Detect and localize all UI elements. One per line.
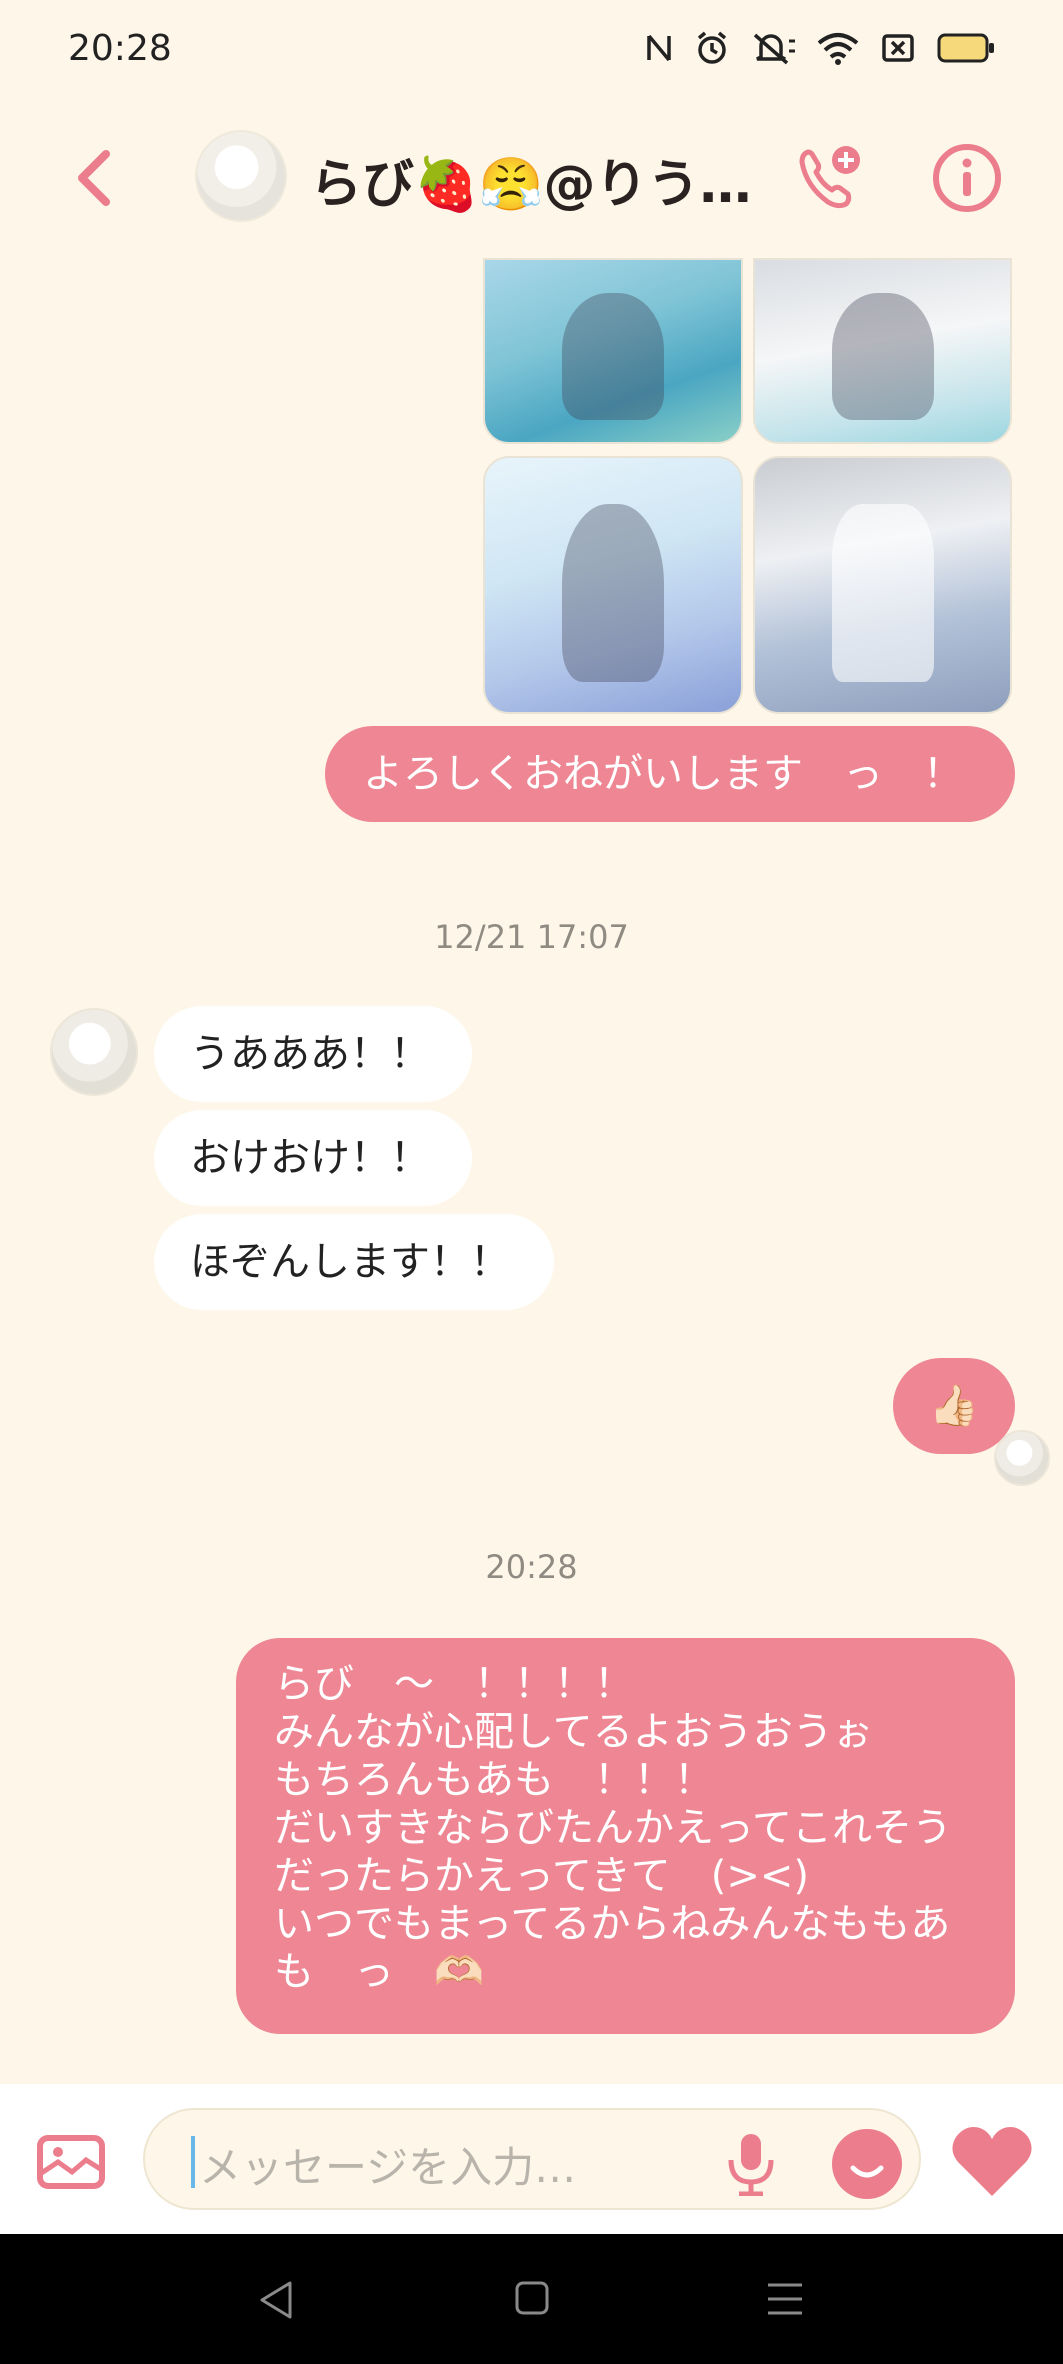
shared-image-1[interactable] [483,258,743,444]
mute-icon [753,33,795,65]
nav-menu-icon[interactable] [766,2282,804,2316]
chevron-left-icon[interactable] [70,148,120,208]
timestamp: 12/21 17:07 [434,918,629,956]
message-line: らび ～ ！！！！ [274,1661,634,1707]
image-figure [831,503,934,682]
message-text: うあああ！！ [190,1031,430,1077]
text-caret [191,2136,195,2188]
battery-icon [937,33,994,63]
message-line: だったらかえってきて (><) [274,1853,810,1899]
nfc-icon [647,34,671,62]
message-line: もちろんもあも ！！！ [274,1757,714,1803]
info-icon[interactable] [931,142,1003,214]
message-input-bar: メッセージを入力… [0,2084,1063,2234]
outgoing-message[interactable]: よろしくおねがいします っ ！ [325,726,1015,822]
read-receipt-avatar [994,1430,1050,1486]
contact-name[interactable]: らび🍓😤@りうっ… [310,142,760,217]
image-figure [561,503,665,682]
emoji-icon[interactable] [831,2128,903,2200]
image-figure [831,292,934,421]
nav-home-icon[interactable] [514,2280,550,2316]
message-input[interactable]: メッセージを入力… [143,2108,921,2210]
incoming-message[interactable]: ほぞんします！！ [154,1214,554,1310]
input-placeholder: メッセージを入力… [199,2143,577,2192]
status-icons [645,31,995,65]
alarm-icon [697,31,727,64]
status-bar: 20:28 [0,0,1063,96]
wifi-icon [817,33,859,65]
thumbs-up-icon: 👍🏻 [929,1383,979,1429]
outgoing-message[interactable]: らび ～ ！！！！ みんなが心配してるよおうおうぉ もちろんもあも ！！！ だい… [236,1638,1015,2034]
sim-off-icon [882,34,914,62]
message-text: おけおけ！！ [190,1135,430,1181]
call-add-icon[interactable] [794,142,866,214]
message-line: も っ 🫶🏻 [274,1949,484,1995]
image-figure [561,292,665,421]
mic-icon[interactable] [723,2132,779,2196]
incoming-message[interactable]: おけおけ！！ [154,1110,472,1206]
contact-avatar-small[interactable] [50,1008,138,1096]
message-line: だいすきならびたんかえってこれそう [274,1805,952,1851]
heart-icon[interactable] [950,2124,1034,2198]
shared-image-2[interactable] [753,258,1012,444]
gallery-icon[interactable] [36,2134,106,2190]
timestamp: 20:28 [485,1548,578,1586]
incoming-message[interactable]: うあああ！！ [154,1006,472,1102]
message-text: ほぞんします！！ [190,1239,510,1285]
nav-back-icon[interactable] [258,2280,294,2320]
status-time: 20:28 [68,27,172,69]
thumbs-up-message[interactable]: 👍🏻 [893,1358,1015,1454]
message-text: よろしくおねがいします っ ！ [363,751,963,797]
contact-avatar[interactable] [195,130,287,222]
chat-header: らび🍓😤@りうっ… [0,120,1063,235]
message-line: みんなが心配してるよおうおうぉ [274,1709,873,1755]
shared-image-3[interactable] [483,456,743,714]
shared-image-4[interactable] [753,456,1012,714]
message-line: いつでもまってるからねみんなももあ [274,1901,951,1947]
system-nav-bar [0,2234,1063,2364]
